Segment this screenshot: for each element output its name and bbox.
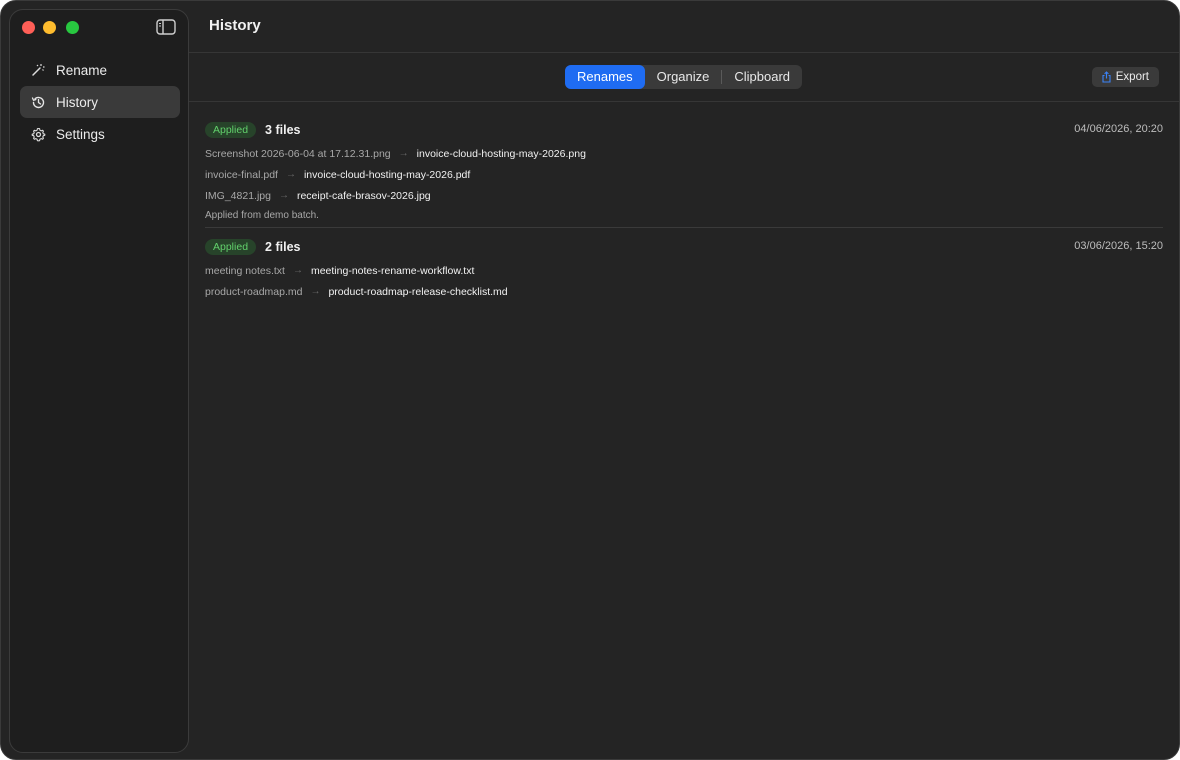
new-filename: receipt-cafe-brasov-2026.jpg: [296, 189, 431, 202]
sidebar: Rename History Settings: [9, 9, 189, 753]
new-filename: invoice-cloud-hosting-may-2026.png: [416, 147, 586, 160]
sidebar-nav: Rename History Settings: [20, 54, 180, 150]
arrow-right-icon: →: [292, 265, 303, 276]
rename-row: invoice-final.pdf → invoice-cloud-hostin…: [205, 164, 1163, 185]
export-label: Export: [1115, 71, 1149, 83]
rename-row: meeting notes.txt → meeting-notes-rename…: [205, 260, 1163, 281]
arrow-right-icon: →: [285, 169, 296, 180]
old-filename: invoice-final.pdf: [205, 168, 278, 181]
clock-history-icon: [30, 94, 46, 110]
close-window-button[interactable]: [22, 21, 35, 34]
minimize-window-button[interactable]: [43, 21, 56, 34]
old-filename: Screenshot 2026-06-04 at 17.12.31.png: [205, 147, 391, 160]
sidebar-item-label: Settings: [56, 126, 105, 142]
new-filename: invoice-cloud-hosting-may-2026.pdf: [303, 168, 471, 181]
rename-row: Screenshot 2026-06-04 at 17.12.31.png → …: [205, 143, 1163, 164]
status-badge: Applied: [205, 239, 257, 255]
file-count: 3 files: [265, 123, 301, 137]
history-entry[interactable]: Applied 2 files 03/06/2026, 15:20 meetin…: [205, 227, 1163, 302]
new-filename: meeting-notes-rename-workflow.txt: [310, 264, 475, 277]
old-filename: IMG_4821.jpg: [205, 189, 271, 202]
export-button[interactable]: Export: [1091, 67, 1159, 87]
sidebar-item-label: Rename: [56, 62, 108, 78]
history-list: Applied 3 files 04/06/2026, 20:20 Screen…: [205, 111, 1163, 302]
arrow-right-icon: →: [310, 286, 321, 297]
old-filename: product-roadmap.md: [205, 285, 303, 298]
entry-date: 03/06/2026, 15:20: [1074, 240, 1163, 252]
sidebar-item-history[interactable]: History: [20, 86, 180, 118]
main-content: History Renames Organize Clipboard Expor…: [189, 1, 1179, 759]
sidebar-toggle-icon[interactable]: [156, 19, 176, 35]
share-icon: [1101, 71, 1112, 83]
app-window: Rename History Settings History Renames …: [0, 0, 1180, 760]
tab-renames[interactable]: Renames: [565, 65, 645, 89]
entry-note: Applied from demo batch.: [205, 210, 319, 221]
history-entry[interactable]: Applied 3 files 04/06/2026, 20:20 Screen…: [205, 111, 1163, 227]
gear-icon: [30, 126, 46, 142]
entry-date: 04/06/2026, 20:20: [1074, 123, 1163, 135]
rename-row: IMG_4821.jpg → receipt-cafe-brasov-2026.…: [205, 185, 1163, 206]
file-count: 2 files: [265, 240, 301, 254]
rename-row: product-roadmap.md → product-roadmap-rel…: [205, 281, 1163, 302]
old-filename: meeting notes.txt: [205, 264, 285, 277]
sidebar-item-label: History: [56, 94, 99, 110]
sidebar-item-rename[interactable]: Rename: [20, 54, 180, 86]
history-tabs: Renames Organize Clipboard: [565, 65, 803, 89]
toolbar-divider: [189, 101, 1179, 102]
status-badge: Applied: [205, 122, 257, 138]
page-title: History: [209, 17, 261, 34]
tab-organize[interactable]: Organize: [645, 65, 722, 89]
magic-wand-icon: [30, 62, 46, 78]
tab-clipboard[interactable]: Clipboard: [722, 65, 802, 89]
new-filename: product-roadmap-release-checklist.md: [328, 285, 508, 298]
arrow-right-icon: →: [398, 148, 409, 159]
arrow-right-icon: →: [278, 190, 289, 201]
header-divider: [189, 52, 1179, 53]
maximize-window-button[interactable]: [66, 21, 79, 34]
sidebar-item-settings[interactable]: Settings: [20, 118, 180, 150]
